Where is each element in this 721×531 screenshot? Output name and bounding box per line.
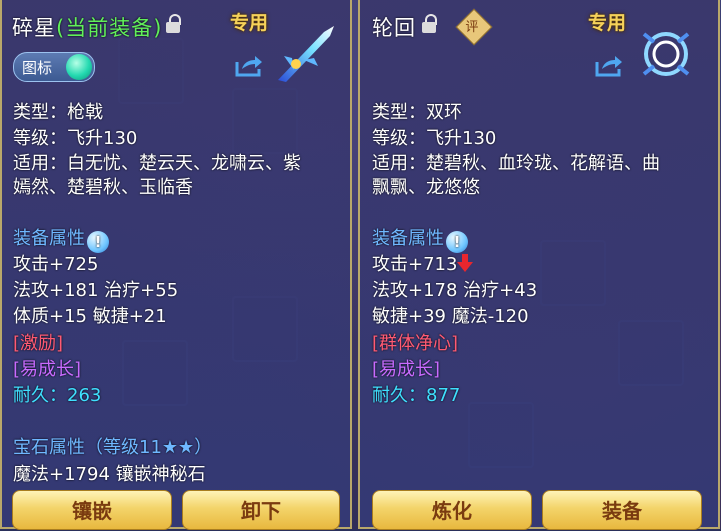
attr-agi-magic: 敏捷+39 魔法-120	[372, 306, 529, 327]
item-fit-classes: 适用：楚碧秋、血玲珑、花解语、曲	[372, 153, 660, 174]
effect-group-purify: [群体净心]	[372, 333, 459, 354]
effect-inspire: [激励]	[13, 333, 64, 354]
icon-toggle[interactable]: 图标	[13, 52, 95, 82]
item-fit-classes-cont: 飘飘、龙悠悠	[372, 177, 480, 198]
current-equipment-panel: 碎星(当前装备) 专用 图标 类型：枪戟 等级：飞升130 适用：白无忧、楚云天…	[0, 0, 352, 530]
icon-toggle-label: 图标	[22, 59, 53, 77]
attr-magic-heal: 法攻+181 治疗+55	[13, 280, 179, 301]
attr-con-agi: 体质+15 敏捷+21	[13, 306, 167, 327]
refine-button[interactable]: 炼化	[372, 490, 532, 530]
special-tag: 专用	[230, 12, 269, 34]
spear-weapon-icon	[278, 26, 334, 82]
special-tag: 专用	[588, 12, 627, 34]
durability: 耐久：877	[372, 385, 461, 406]
durability: 耐久：263	[13, 385, 102, 406]
compare-equipment-panel: 轮回 专用 类型：双环 等级：飞升130 适用：楚碧秋、血玲珑、花解语、曲 飘飘…	[358, 0, 720, 530]
gem-attr-line: 魔法+1794 镶嵌神秘石	[13, 464, 206, 485]
equip-attr-title: 装备属性!	[13, 224, 109, 253]
effect-easy-growth: [易成长]	[372, 359, 441, 380]
share-icon[interactable]	[234, 54, 264, 78]
toggle-knob-icon	[66, 54, 92, 80]
lock-icon[interactable]	[166, 14, 181, 34]
share-icon[interactable]	[594, 54, 624, 78]
gem-attr-title: 宝石属性（等级11★★）	[13, 437, 213, 458]
decrease-arrow-icon	[457, 254, 474, 272]
equip-attr-title: 装备属性!	[372, 224, 468, 253]
attr-attack: 攻击+713	[372, 250, 474, 276]
item-name-title: 碎星(当前装备)	[12, 16, 163, 40]
item-level: 等级：飞升130	[372, 128, 497, 149]
item-type: 类型：双环	[372, 102, 462, 123]
inlay-button[interactable]: 镶嵌	[12, 490, 172, 530]
item-fit-classes: 适用：白无忧、楚云天、龙啸云、紫	[13, 153, 301, 174]
item-name-title: 轮回	[372, 16, 416, 40]
attr-magic-heal: 法攻+178 治疗+43	[372, 280, 538, 301]
effect-easy-growth: [易成长]	[13, 359, 82, 380]
item-level: 等级：飞升130	[13, 128, 138, 149]
item-type: 类型：枪戟	[13, 102, 103, 123]
attr-attack: 攻击+725	[13, 254, 99, 275]
lock-icon[interactable]	[422, 14, 437, 34]
item-fit-classes-cont: 嫣然、楚碧秋、玉临香	[13, 177, 193, 198]
unequip-button[interactable]: 卸下	[182, 490, 340, 530]
dual-ring-weapon-icon	[642, 32, 690, 76]
equip-button[interactable]: 装备	[542, 490, 702, 530]
